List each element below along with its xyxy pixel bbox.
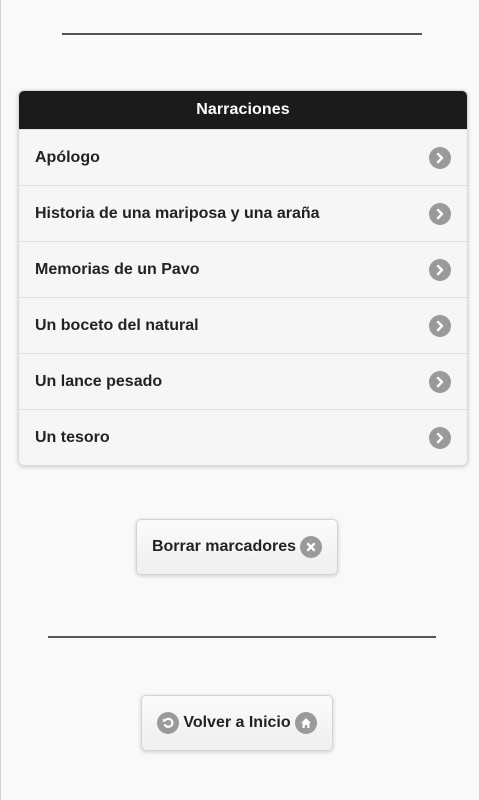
chevron-right-icon xyxy=(429,426,451,449)
list-item-label: Historia de una mariposa y una araña xyxy=(35,204,320,222)
close-icon xyxy=(300,536,323,558)
list-item-tesoro[interactable]: Un tesoro xyxy=(19,409,467,465)
chevron-right-icon xyxy=(429,258,451,281)
back-arrow-icon xyxy=(157,712,180,734)
narrations-list: Narraciones Apólogo Historia de una mari… xyxy=(18,90,468,466)
list-item-lance-pesado[interactable]: Un lance pesado xyxy=(19,353,467,409)
list-item-apologo[interactable]: Apólogo xyxy=(19,129,467,185)
clear-bookmarks-button[interactable]: Borrar marcadores xyxy=(136,519,338,575)
middle-divider xyxy=(48,636,436,638)
back-to-home-button[interactable]: Volver a Inicio xyxy=(141,695,333,751)
chevron-right-icon xyxy=(429,370,451,393)
list-item-label: Un lance pesado xyxy=(35,372,163,390)
chevron-right-icon xyxy=(429,146,451,169)
clear-bookmarks-label: Borrar marcadores xyxy=(151,538,297,555)
list-item-label: Un boceto del natural xyxy=(35,316,199,334)
back-to-home-label: Volver a Inicio xyxy=(183,714,291,731)
list-item-historia-mariposa-arana[interactable]: Historia de una mariposa y una araña xyxy=(19,185,467,241)
list-header: Narraciones xyxy=(19,91,467,129)
chevron-right-icon xyxy=(429,202,451,225)
list-item-label: Un tesoro xyxy=(35,428,110,446)
chevron-right-icon xyxy=(429,314,451,337)
home-icon xyxy=(294,712,317,734)
list-item-label: Memorias de un Pavo xyxy=(35,260,200,278)
top-divider xyxy=(62,33,422,35)
list-item-boceto-natural[interactable]: Un boceto del natural xyxy=(19,297,467,353)
list-item-label: Apólogo xyxy=(35,148,100,166)
list-item-memorias-pavo[interactable]: Memorias de un Pavo xyxy=(19,241,467,297)
